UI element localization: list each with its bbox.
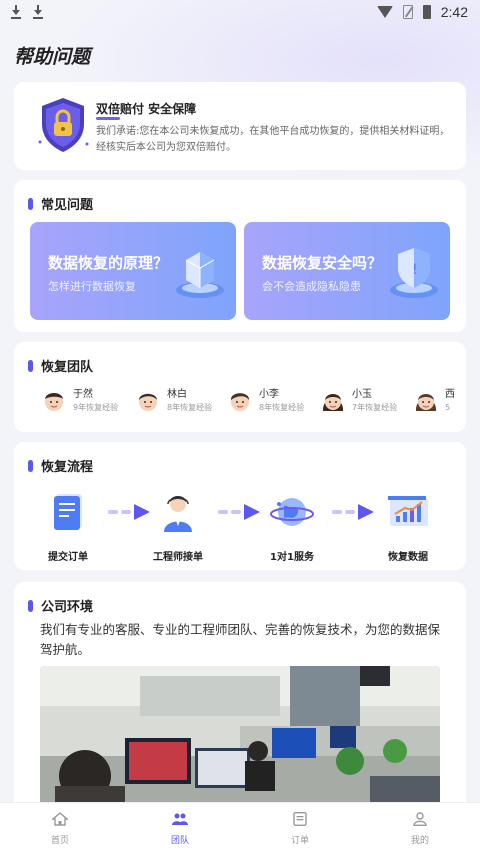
faq-question: 数据恢复安全吗？	[262, 254, 383, 272]
avatar	[45, 393, 63, 411]
svg-text:!: !	[412, 262, 418, 278]
engineer-icon	[164, 496, 192, 532]
member-experience: 8年恢复经验	[167, 403, 213, 412]
guarantee-card: 双倍赔付 安全保障 我们承诺:您在本公司未恢复成功，在其他平台成功恢复的，提供相…	[14, 82, 466, 170]
faq-subtitle: 怎样进行数据恢复	[48, 280, 136, 293]
office-photo	[40, 666, 440, 816]
page-title: 帮助问题	[14, 46, 91, 68]
section-header: 公司环境	[28, 596, 93, 615]
team-icon	[172, 813, 188, 825]
process-step: 提交订单	[28, 490, 108, 563]
profile-icon	[413, 811, 427, 826]
faq-tile-safety[interactable]: 数据恢复安全吗？ 会不会造成隐私隐患 !	[244, 222, 450, 320]
step-label: 提交订单	[48, 552, 88, 563]
download-icon	[10, 5, 22, 19]
team-member[interactable]: 小李 8年恢复经验	[226, 386, 304, 416]
section-marker	[28, 197, 33, 210]
nav-label: 首页	[50, 835, 69, 846]
process-step: 工程师接单	[138, 490, 218, 563]
section-marker	[28, 459, 33, 472]
process-step: 恢复数据	[368, 490, 448, 563]
no-sim-icon	[402, 5, 413, 19]
team-member[interactable]: 林白 8年恢复经验	[134, 386, 212, 416]
process-section: 恢复流程 提交订单 工程师接单 1对1服务 恢复数据	[14, 442, 466, 570]
section-header: 恢复流程	[28, 456, 93, 475]
faq-question: 数据恢复的原理？	[48, 254, 169, 272]
faq-subtitle: 会不会造成隐私隐患	[262, 280, 361, 293]
company-section: 公司环境 我们有专业的客服、专业的工程师团队、完善的恢复技术，为您的数据保驾护航…	[14, 582, 466, 822]
step-label: 1对1服务	[270, 552, 314, 563]
avatar	[415, 394, 437, 411]
wifi-icon	[376, 6, 393, 18]
order-icon	[293, 811, 307, 826]
nav-team[interactable]: 团队	[140, 812, 220, 846]
faq-tile-principle[interactable]: 数据恢复的原理？ 怎样进行数据恢复	[30, 222, 236, 320]
guarantee-title: 双倍赔付 安全保障	[96, 102, 197, 116]
nav-label: 订单	[290, 835, 309, 846]
avatar	[322, 394, 344, 411]
status-bar: 2:42	[0, 0, 480, 24]
team-member[interactable]: 小玉 7年恢复经验	[319, 386, 397, 416]
member-experience: 9年恢复经验	[73, 403, 119, 412]
team-member[interactable]: 西 5	[412, 386, 455, 416]
member-name: 于然	[73, 389, 93, 400]
member-name: 小玉	[352, 389, 372, 400]
nav-profile[interactable]: 我的	[380, 811, 460, 846]
section-title: 恢复流程	[41, 460, 94, 475]
shield-security-icon: !	[390, 248, 438, 298]
member-name: 西	[445, 389, 455, 400]
nav-home[interactable]: 首页	[20, 811, 100, 846]
team-member[interactable]: 于然 9年恢复经验	[40, 386, 118, 416]
section-header: 恢复团队	[28, 356, 93, 375]
download-icon	[32, 5, 44, 19]
guarantee-description: 我们承诺:您在本公司未恢复成功，在其他平台成功恢复的，提供相关材料证明，经核实后…	[96, 126, 450, 153]
process-step: 1对1服务	[252, 490, 332, 563]
section-title: 公司环境	[41, 600, 94, 615]
bottom-navigation: 首页 团队 订单 我的	[0, 802, 480, 854]
nav-label: 团队	[170, 835, 189, 846]
battery-icon	[422, 5, 431, 19]
section-title: 常见问题	[41, 198, 94, 213]
home-icon	[51, 811, 69, 826]
data-chart-icon	[388, 496, 428, 526]
member-name: 小李	[259, 389, 279, 400]
order-form-icon	[54, 494, 82, 530]
avatar	[230, 393, 250, 411]
nav-order[interactable]: 订单	[260, 811, 340, 846]
company-description: 我们有专业的客服、专业的工程师团队、完善的恢复技术，为您的数据保驾护航。	[40, 622, 441, 657]
section-header: 常见问题	[28, 194, 93, 213]
shield-lock-icon	[38, 98, 89, 152]
data-cube-icon	[176, 252, 224, 298]
member-name: 林白	[167, 389, 187, 400]
section-marker	[28, 599, 33, 612]
step-label: 工程师接单	[153, 552, 203, 563]
section-marker	[28, 359, 33, 372]
globe-service-icon	[270, 498, 314, 526]
team-section: 恢复团队 于然 9年恢复经验 林白 8年恢复经验 小李 8年恢复经验 小玉 7年…	[14, 342, 466, 432]
member-experience: 8年恢复经验	[259, 403, 305, 412]
nav-label: 我的	[410, 835, 429, 846]
avatar	[139, 393, 157, 411]
status-time: 2:42	[440, 4, 468, 20]
section-title: 恢复团队	[41, 360, 94, 375]
member-experience: 5	[445, 403, 451, 412]
title-underline	[96, 117, 120, 120]
step-label: 恢复数据	[388, 552, 428, 563]
member-experience: 7年恢复经验	[352, 403, 398, 412]
faq-section: 常见问题 数据恢复的原理？ 怎样进行数据恢复 数据恢复安全吗？ 会不会造成隐私隐…	[14, 180, 466, 332]
